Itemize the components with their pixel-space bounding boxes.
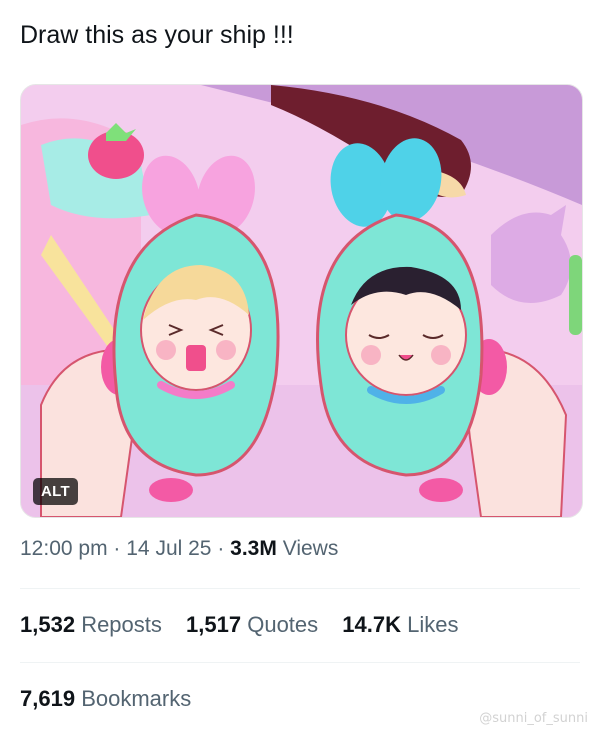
tweet-date[interactable]: 14 Jul 25: [126, 537, 211, 560]
quotes-count: 1,517: [186, 612, 242, 637]
alt-text-button[interactable]: ALT: [33, 478, 78, 505]
views-count: 3.3M: [230, 537, 277, 560]
likes-link[interactable]: 14.7K Likes: [342, 612, 458, 638]
tweet-time[interactable]: 12:00 pm: [20, 537, 108, 560]
divider: [20, 662, 580, 663]
quotes-label: Quotes: [247, 612, 319, 637]
tweet-text: Draw this as your ship !!!: [20, 21, 294, 49]
tweet-image[interactable]: ALT: [20, 84, 583, 518]
reposts-count: 1,532: [20, 612, 76, 637]
reposts-link[interactable]: 1,532 Reposts: [20, 612, 162, 638]
meta-separator: ·: [113, 537, 121, 560]
meta-separator: ·: [217, 537, 225, 560]
bookmarks-label: Bookmarks: [81, 686, 192, 711]
watermark: @sunni_of_sunni: [479, 711, 588, 726]
divider: [20, 588, 580, 589]
views-label: Views: [282, 537, 339, 560]
engagement-stats: 1,532 Reposts 1,517 Quotes 14.7K Likes: [20, 612, 476, 638]
illustration: [21, 85, 582, 517]
likes-count: 14.7K: [342, 612, 401, 637]
bookmarks-link[interactable]: 7,619 Bookmarks: [20, 686, 191, 712]
reposts-label: Reposts: [81, 612, 162, 637]
tweet-meta: 12:00 pm · 14 Jul 25 · 3.3M Views: [20, 537, 338, 561]
bookmarks-count: 7,619: [20, 686, 76, 711]
quotes-link[interactable]: 1,517 Quotes: [186, 612, 318, 638]
likes-label: Likes: [407, 612, 459, 637]
